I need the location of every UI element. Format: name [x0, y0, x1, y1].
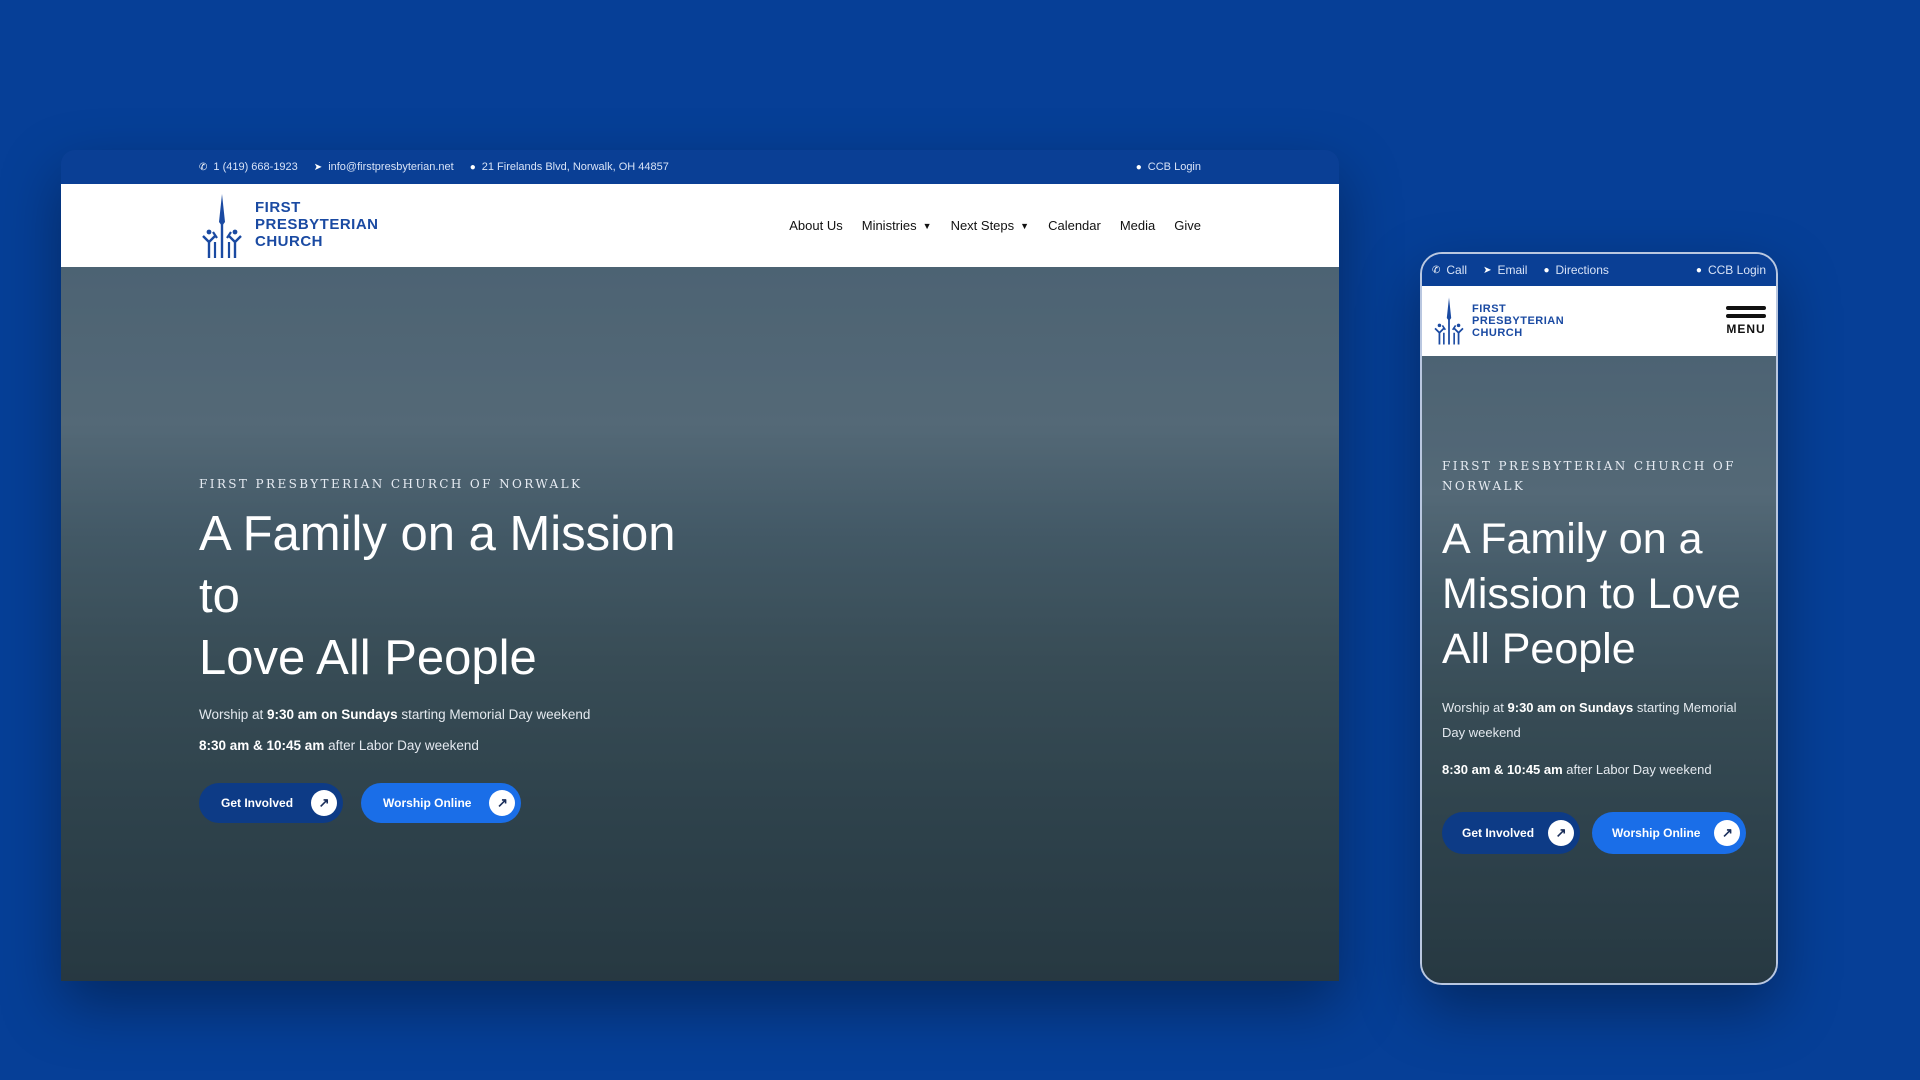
nav-ministries[interactable]: Ministries ▼ — [862, 218, 932, 233]
church-steeple-icon — [202, 193, 242, 258]
site-header: FIRST PRESBYTERIAN CHURCH About Us Minis… — [61, 184, 1339, 267]
lock-icon: ● — [1135, 161, 1142, 173]
church-logo[interactable]: FIRST PRESBYTERIAN CHURCH — [199, 192, 379, 260]
menu-label: MENU — [1726, 322, 1766, 336]
phone-icon: ✆ — [1432, 264, 1441, 276]
nav-about-us[interactable]: About Us — [789, 218, 842, 233]
hero-section: FIRST PRESBYTERIAN CHURCH OF NORWALK A F… — [61, 267, 1339, 981]
mobile-hero-title-line-2: Mission to Love — [1442, 570, 1741, 618]
mobile-logo-line-2: PRESBYTERIAN — [1472, 314, 1565, 327]
mobile-labor-bold: 8:30 am & 10:45 am — [1442, 762, 1563, 777]
mobile-ccb-login-text: CCB Login — [1707, 263, 1766, 277]
hero-content: FIRST PRESBYTERIAN CHURCH OF NORWALK A F… — [199, 477, 719, 823]
send-icon: ➤ — [1483, 264, 1492, 276]
mobile-mockup: ✆ Call ➤ Email ● Directions ● CCB Login — [1420, 252, 1778, 985]
mobile-email-link[interactable]: ➤ Email — [1483, 263, 1527, 277]
mobile-logo-line-3: CHURCH — [1472, 327, 1523, 340]
logo-wordmark: FIRST PRESBYTERIAN CHURCH — [255, 199, 379, 250]
ccb-login-link[interactable]: ● CCB Login — [1136, 161, 1201, 173]
map-pin-icon: ● — [1543, 264, 1550, 276]
hamburger-icon — [1726, 306, 1766, 310]
mobile-header: FIRST PRESBYTERIAN CHURCH MENU — [1422, 286, 1776, 356]
mobile-hero-title-line-1: A Family on a — [1442, 515, 1703, 563]
send-icon: ➤ — [313, 161, 323, 173]
mobile-worship-online-label: Worship Online — [1612, 826, 1701, 840]
mobile-logo-wordmark: FIRST PRESBYTERIAN CHURCH — [1472, 303, 1564, 340]
lock-icon: ● — [1695, 264, 1702, 276]
arrow-up-right-icon: ↗ — [311, 790, 338, 816]
hamburger-icon — [1726, 314, 1766, 318]
mobile-ccb-login-link[interactable]: ● CCB Login — [1696, 263, 1766, 277]
hero-title-line-1: A Family on a Mission to — [199, 507, 676, 623]
mobile-worship-online-button[interactable]: Worship Online ↗ — [1592, 812, 1747, 854]
logo-line-2: PRESBYTERIAN — [255, 216, 379, 234]
mobile-logo-line-1: FIRST — [1472, 302, 1507, 315]
phone-text: 1 (419) 668-1923 — [213, 161, 298, 173]
hero-buttons: Get Involved ↗ Worship Online ↗ — [199, 783, 719, 823]
get-involved-button[interactable]: Get Involved ↗ — [199, 783, 344, 823]
mobile-get-involved-label: Get Involved — [1462, 826, 1535, 840]
mobile-get-involved-button[interactable]: Get Involved ↗ — [1442, 812, 1581, 854]
hero-title: A Family on a Mission to Love All People — [199, 503, 719, 689]
logo-line-1: FIRST — [255, 199, 301, 217]
mobile-email-text: Email — [1497, 263, 1528, 277]
labor-day-times: 8:30 am & 10:45 am after Labor Day weeke… — [199, 738, 719, 753]
desktop-mockup: ✆ 1 (419) 668-1923 ➤ info@firstpresbyter… — [61, 150, 1339, 981]
call-link[interactable]: ✆ Call — [1432, 263, 1467, 277]
mobile-worship-bold: 9:30 am on Sundays — [1507, 700, 1634, 715]
ccb-login-text: CCB Login — [1147, 161, 1201, 173]
chevron-down-icon: ▼ — [1020, 220, 1030, 231]
main-nav: About Us Ministries ▼ Next Steps ▼ Calen… — [770, 218, 1201, 233]
utility-bar: ✆ 1 (419) 668-1923 ➤ info@firstpresbyter… — [61, 150, 1339, 184]
email-text: info@firstpresbyterian.net — [328, 161, 454, 173]
arrow-up-right-icon: ↗ — [1714, 820, 1741, 846]
chevron-down-icon: ▼ — [922, 220, 932, 231]
nav-give[interactable]: Give — [1174, 218, 1201, 233]
mobile-labor-suffix: after Labor Day weekend — [1562, 762, 1712, 777]
get-involved-label: Get Involved — [221, 796, 294, 810]
church-steeple-icon — [1434, 297, 1464, 345]
phone-icon: ✆ — [199, 161, 208, 173]
menu-button[interactable]: MENU — [1726, 306, 1766, 336]
nav-next-steps-label: Next Steps — [950, 218, 1015, 233]
mobile-worship-prefix: Worship at — [1442, 700, 1508, 715]
directions-link[interactable]: ● Directions — [1543, 263, 1608, 277]
mobile-hero-title: A Family on a Mission to Love All People — [1442, 512, 1752, 677]
email-link[interactable]: ➤ info@firstpresbyterian.net — [314, 161, 454, 173]
labor-bold: 8:30 am & 10:45 am — [199, 738, 325, 753]
labor-suffix: after Labor Day weekend — [324, 738, 479, 753]
mobile-labor-day-times: 8:30 am & 10:45 am after Labor Day weeke… — [1442, 757, 1752, 782]
nav-calendar[interactable]: Calendar — [1048, 218, 1101, 233]
worship-prefix: Worship at — [199, 707, 268, 722]
hero-eyebrow: FIRST PRESBYTERIAN CHURCH OF NORWALK — [199, 477, 583, 491]
arrow-up-right-icon: ↗ — [489, 790, 516, 816]
worship-online-button[interactable]: Worship Online ↗ — [361, 783, 522, 823]
directions-text: Directions — [1555, 263, 1609, 277]
nav-media[interactable]: Media — [1120, 218, 1155, 233]
address-link[interactable]: ● 21 Firelands Blvd, Norwalk, OH 44857 — [470, 161, 669, 173]
mobile-church-logo[interactable]: FIRST PRESBYTERIAN CHURCH — [1432, 296, 1564, 346]
mobile-hero-buttons: Get Involved ↗ Worship Online ↗ — [1442, 812, 1752, 854]
nav-ministries-label: Ministries — [861, 218, 917, 233]
mobile-hero-eyebrow: FIRST PRESBYTERIAN CHURCH OF NORWALK — [1442, 459, 1736, 493]
arrow-up-right-icon: ↗ — [1548, 820, 1575, 846]
hero-title-line-2: Love All People — [199, 631, 537, 685]
mobile-hero-section: FIRST PRESBYTERIAN CHURCH OF NORWALK A F… — [1422, 356, 1776, 983]
worship-online-label: Worship Online — [383, 796, 472, 810]
map-pin-icon: ● — [469, 161, 476, 173]
address-text: 21 Firelands Blvd, Norwalk, OH 44857 — [481, 161, 669, 173]
mobile-worship-times: Worship at 9:30 am on Sundays starting M… — [1442, 695, 1752, 745]
mobile-hero-content: FIRST PRESBYTERIAN CHURCH OF NORWALK A F… — [1442, 456, 1752, 854]
worship-bold: 9:30 am on Sundays — [267, 707, 398, 722]
nav-next-steps[interactable]: Next Steps ▼ — [951, 218, 1030, 233]
worship-suffix: starting Memorial Day weekend — [397, 707, 591, 722]
logo-line-3: CHURCH — [255, 232, 323, 250]
mobile-utility-bar: ✆ Call ➤ Email ● Directions ● CCB Login — [1422, 254, 1776, 286]
worship-times: Worship at 9:30 am on Sundays starting M… — [199, 707, 719, 722]
phone-link[interactable]: ✆ 1 (419) 668-1923 — [199, 161, 298, 173]
call-text: Call — [1446, 263, 1468, 277]
mobile-hero-title-line-3: All People — [1442, 625, 1636, 673]
